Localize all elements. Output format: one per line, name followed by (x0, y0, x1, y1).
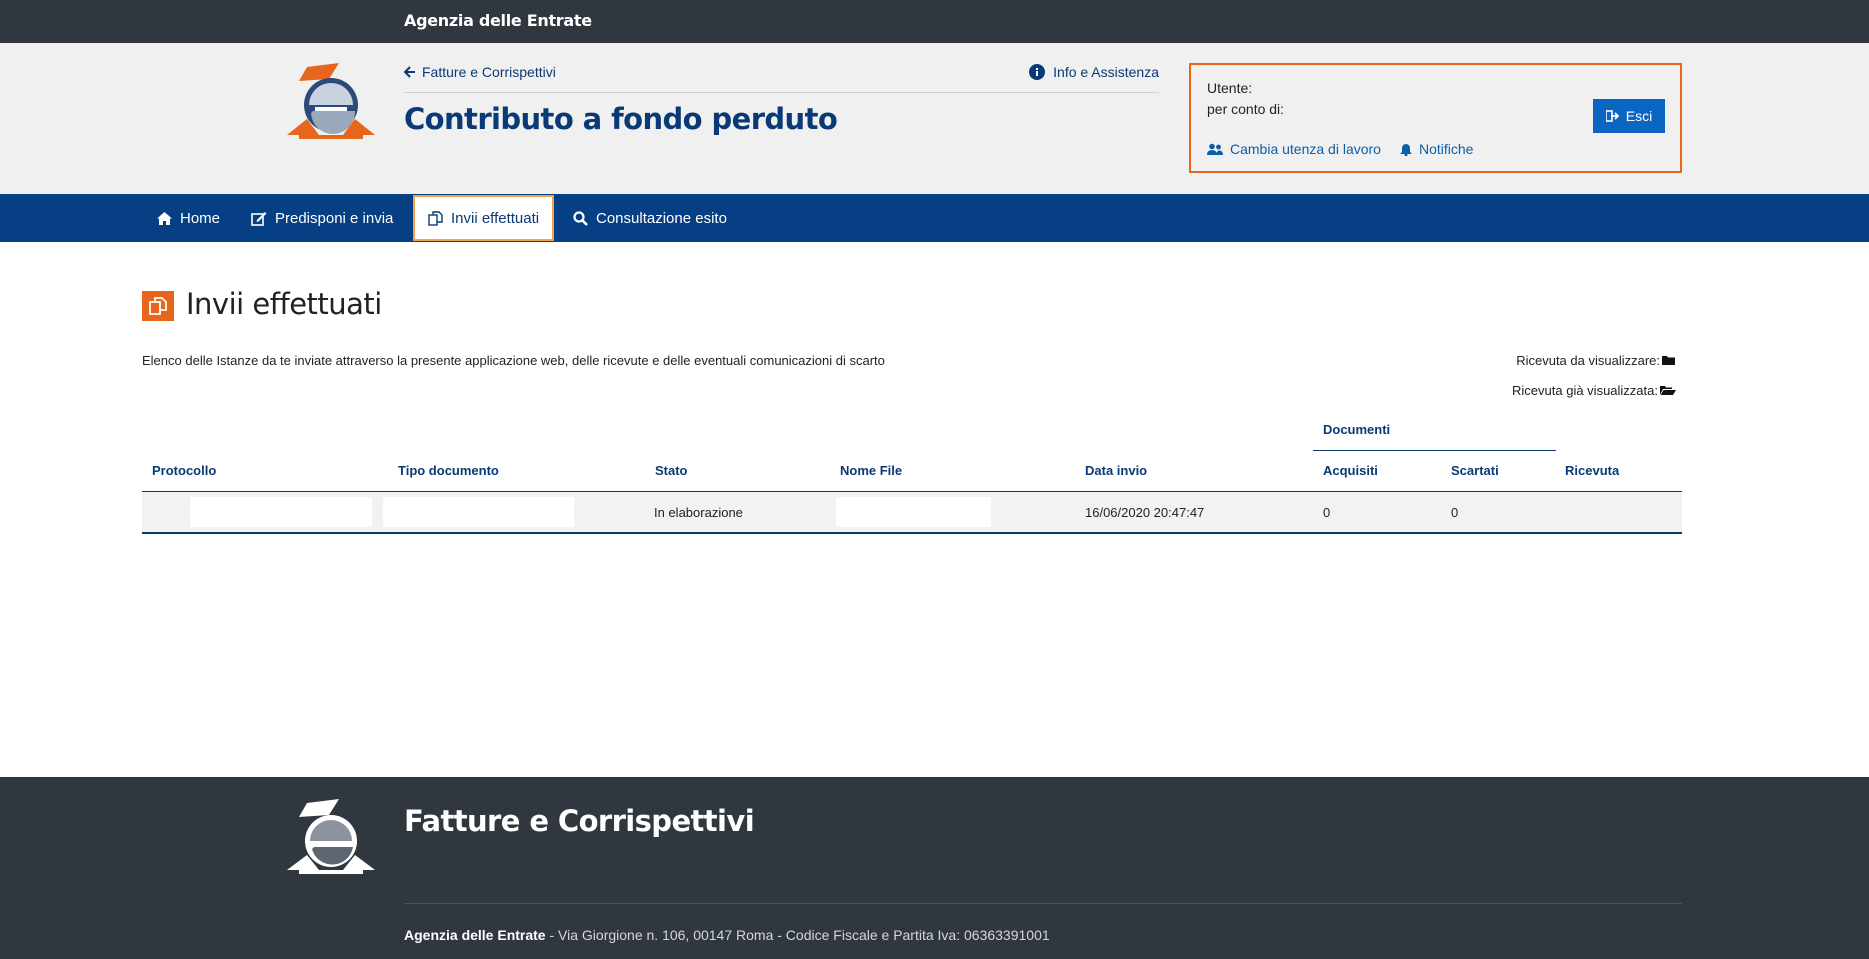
agency-brand: Agenzia delle Entrate (404, 11, 592, 30)
header-divider (404, 92, 1159, 93)
footer-address: Agenzia delle Entrate - Via Giorgione n.… (404, 927, 1050, 943)
notifications-label: Notifiche (1419, 141, 1474, 157)
column-header-ricevuta[interactable]: Ricevuta (1565, 463, 1619, 478)
nav-invii-label: Invii effettuati (451, 209, 540, 227)
documenti-divider (1313, 450, 1556, 451)
column-group-documenti: Documenti (1323, 422, 1391, 437)
redacted-nome-file (836, 497, 991, 527)
logout-label: Esci (1625, 108, 1653, 124)
bell-icon (1400, 143, 1412, 156)
section-description: Elenco delle Istanze da te inviate attra… (142, 353, 885, 368)
legend-to-view-label: Ricevuta da visualizzare: (1516, 353, 1660, 368)
nav-consultazione-label: Consultazione esito (596, 209, 727, 227)
column-header-protocollo[interactable]: Protocollo (152, 463, 216, 478)
sign-out-icon (1605, 110, 1619, 122)
copy-icon (428, 210, 443, 226)
nav-home-label: Home (180, 209, 221, 227)
footer-title: Fatture e Corrispettivi (404, 804, 755, 838)
user-panel: Utente: per conto di: Esci Cambia utenza… (1189, 63, 1682, 173)
column-header-acquisiti[interactable]: Acquisiti (1323, 463, 1378, 478)
footer-divider (404, 903, 1682, 904)
search-icon (573, 210, 588, 226)
column-header-nome-file[interactable]: Nome File (840, 463, 902, 478)
change-user-link[interactable]: Cambia utenza di lavoro (1207, 141, 1381, 157)
nav-item-home[interactable]: Home (144, 194, 233, 242)
logout-button[interactable]: Esci (1593, 99, 1665, 133)
cell-scartati: 0 (1451, 505, 1459, 520)
table-bottom-divider (142, 532, 1682, 534)
cell-data-invio: 16/06/2020 20:47:47 (1085, 505, 1205, 520)
edit-icon (251, 211, 267, 226)
back-link[interactable]: Fatture e Corrispettivi (404, 64, 556, 80)
cell-stato: In elaborazione (654, 505, 743, 520)
legend-viewed-label: Ricevuta già visualizzata: (1512, 383, 1658, 398)
arrow-left-icon (404, 66, 415, 78)
top-bar: Agenzia delle Entrate (0, 0, 1869, 43)
cell-acquisiti: 0 (1323, 505, 1331, 520)
legend-viewed: Ricevuta già visualizzata: (1512, 383, 1676, 398)
nav-item-consultazione[interactable]: Consultazione esito (560, 194, 740, 242)
main-nav: Home Predisponi e invia Invii effettuati… (0, 194, 1869, 242)
nav-predisponi-label: Predisponi e invia (275, 209, 394, 227)
legend-to-view: Ricevuta da visualizzare: (1516, 353, 1676, 368)
page-title: Contributo a fondo perduto (404, 102, 838, 136)
utente-label: Utente: (1207, 80, 1253, 96)
redacted-protocollo (190, 497, 372, 527)
nav-item-invii-effettuati[interactable]: Invii effettuati (413, 195, 555, 241)
folder-icon (1662, 356, 1675, 365)
info-assistance-link[interactable]: Info e Assistenza (1029, 64, 1159, 80)
users-icon (1207, 143, 1223, 155)
change-user-label: Cambia utenza di lavoro (1230, 141, 1381, 157)
per-conto-label: per conto di: (1207, 101, 1285, 117)
section-title: Invii effettuati (186, 287, 382, 321)
footer-agency: Agenzia delle Entrate (404, 927, 546, 943)
footer-address-text: - Via Giorgione n. 106, 00147 Roma - Cod… (545, 927, 1050, 943)
column-header-scartati[interactable]: Scartati (1451, 463, 1499, 478)
nav-item-predisponi[interactable]: Predisponi e invia (238, 194, 406, 242)
info-link-label: Info e Assistenza (1053, 64, 1159, 80)
column-header-stato[interactable]: Stato (655, 463, 688, 478)
agency-logo-footer (287, 799, 375, 874)
agency-logo[interactable] (285, 59, 377, 141)
notifications-link[interactable]: Notifiche (1400, 141, 1473, 157)
copy-icon (142, 291, 174, 321)
info-icon (1029, 64, 1046, 80)
back-link-label: Fatture e Corrispettivi (422, 64, 556, 80)
folder-open-icon (1660, 386, 1676, 395)
redacted-tipo-documento (383, 497, 574, 527)
home-icon (157, 211, 172, 225)
column-header-data-invio[interactable]: Data invio (1085, 463, 1147, 478)
column-header-tipo-documento[interactable]: Tipo documento (398, 463, 499, 478)
